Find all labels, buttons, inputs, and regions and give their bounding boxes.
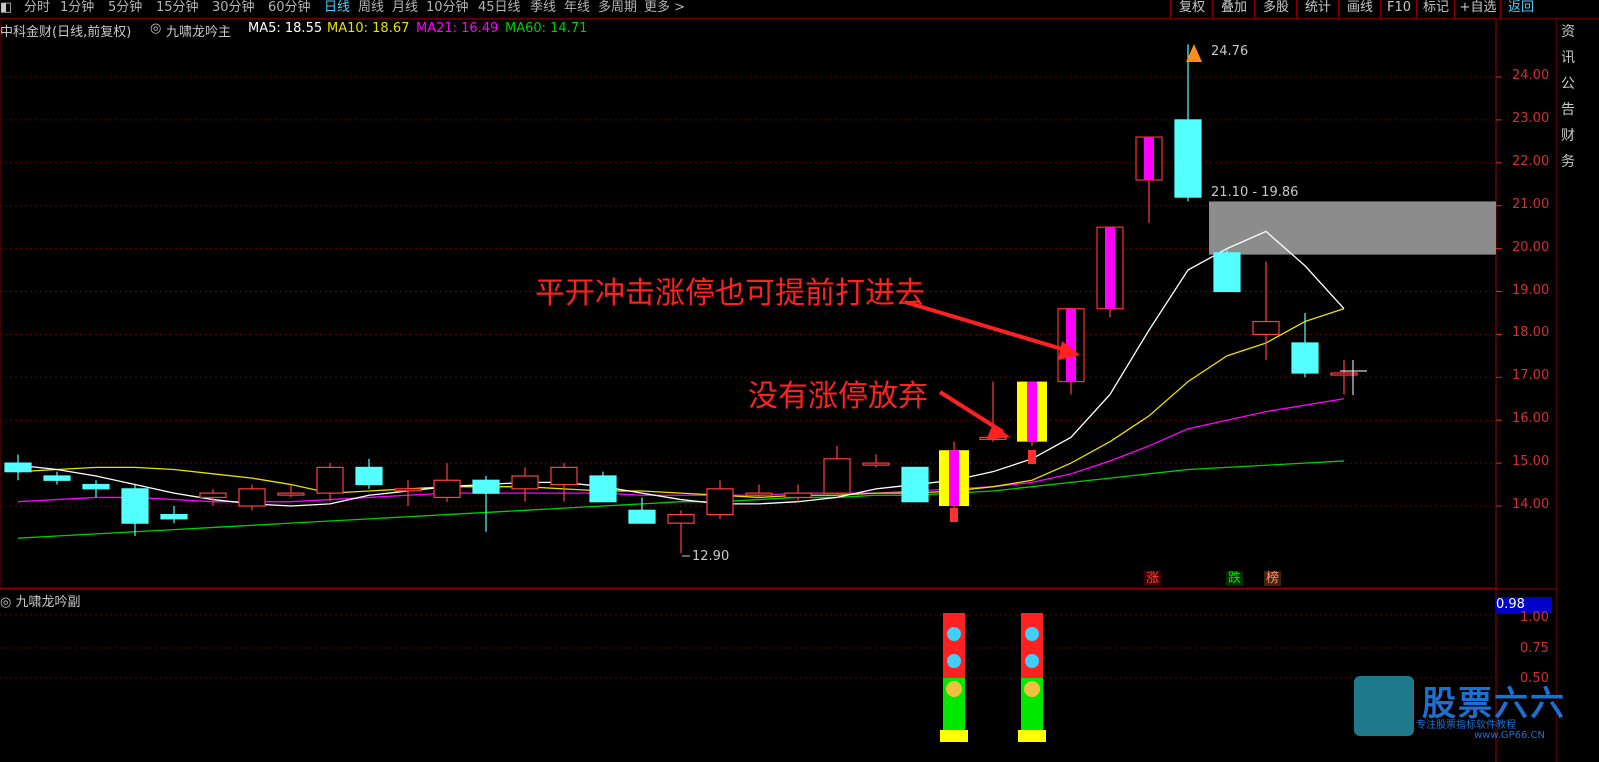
butterfly-icon-1-0 [1025,627,1039,641]
info-side-strip[interactable]: 资讯公告财务 [1557,19,1599,762]
price-tick-label: 24.00 [1512,68,1550,83]
sub-tick-label: 1.00 [1520,610,1549,625]
candle-body-20 [784,492,812,499]
sub-bar-base-0 [940,730,968,742]
candle-body-13 [511,475,539,490]
candle-body-31 [1213,252,1241,293]
logo-url: www.GP66.CN [1474,730,1545,741]
candle-body-5 [199,492,227,499]
sub-bar-red-0 [943,613,965,678]
zone-range-label: 21.10 - 19.86 [1211,185,1299,200]
candle-body-9 [355,466,383,486]
price-tick-label: 15.00 [1512,454,1550,470]
price-tick-label: 20.00 [1512,239,1550,255]
signal-icon-0 [950,508,958,522]
candle-body-6 [238,488,266,507]
money-bag-icon-0 [946,681,962,697]
butterfly-icon-0-0 [947,627,961,641]
resistance-zone [1209,201,1496,255]
sub-indicator-name: 九啸龙吟副 [15,595,81,610]
candle-body-19 [745,492,773,496]
candle-body-1 [43,475,71,481]
candle-body-8 [316,466,344,494]
candle-core-29 [1144,137,1154,180]
ma21-line [17,398,1345,503]
price-tick-label: 16.00 [1512,411,1550,427]
price-tick-label: 23.00 [1512,110,1550,126]
butterfly-icon-1-1 [1025,654,1039,668]
candle-body-17 [667,513,695,524]
annotation-text-2: 没有涨停放弃 [748,379,928,414]
candle-body-10 [394,488,422,492]
candle-body-21 [823,458,851,494]
highlight-candle-core-26 [1027,381,1037,442]
candle-body-0 [4,462,32,473]
logo-mark-icon [1354,676,1414,736]
price-tick-label: 22.00 [1512,153,1550,169]
zhang-tag[interactable]: 涨 [1144,571,1162,586]
logo-slogan: 专注股票指标软件教程 [1416,720,1516,731]
side-strip-text: 资讯公告财务 [1561,24,1575,170]
sub-tick-label: 0.75 [1520,641,1549,656]
price-tick-label: 18.00 [1512,325,1550,341]
candle-body-18 [706,488,734,516]
butterfly-icon-0-1 [947,654,961,668]
candle-body-33 [1291,342,1319,374]
candle-body-14 [550,466,578,486]
sub-bar-base-1 [1018,730,1046,742]
price-tick-label: 14.00 [1512,497,1550,512]
candle-core-28 [1105,227,1115,309]
sub-bar-red-1 [1021,613,1043,678]
candle-body-3 [121,488,149,524]
candle-body-16 [628,509,656,524]
candle-body-4 [160,513,188,520]
signal-icon-1 [1028,450,1036,464]
candle-body-15 [589,475,617,503]
money-bag-icon-1 [1024,681,1040,697]
low-price-label: 12.90 [692,549,730,564]
candle-body-22 [862,462,890,466]
high-price-label: 24.76 [1211,44,1249,59]
price-tick-label: 19.00 [1512,282,1550,298]
watermark-logo: 股票六六 专注股票指标软件教程 www.GP66.CN [1354,676,1599,746]
annotation-text-1: 平开冲击涨停也可提前打进去 [535,276,925,311]
price-tick-label: 17.00 [1512,368,1550,384]
candle-core-27 [1066,308,1076,382]
candle-body-30 [1174,119,1202,198]
candle-body-23 [901,466,929,503]
sub-panel-title: ◎ 九啸龙吟副 [0,591,81,610]
arrow-1 [904,300,1073,354]
candle-body-32 [1252,320,1280,335]
candle-body-7 [277,492,305,496]
die-tag[interactable]: 跌 [1226,571,1244,586]
candle-body-11 [433,479,461,499]
candle-body-12 [472,479,500,494]
sub-settings-icon[interactable]: ◎ [0,595,11,610]
bang-tag[interactable]: 榜 [1264,571,1282,586]
price-tick-label: 21.00 [1512,196,1550,212]
highlight-candle-core-24 [949,450,959,506]
candle-body-2 [82,483,110,490]
